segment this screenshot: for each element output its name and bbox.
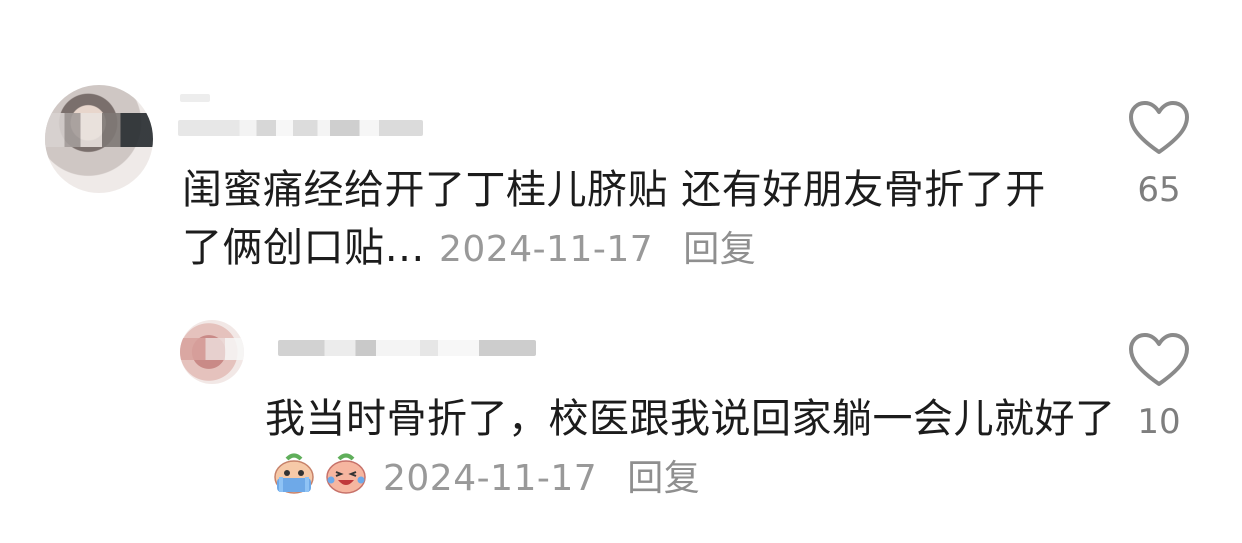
comment-text: 我当时骨折了，校医跟我说回家躺一会儿就好了 [265, 396, 1116, 442]
comment-date: 2024-11-17 [439, 229, 654, 270]
reply-button[interactable]: 回复 [683, 229, 756, 270]
like-count: 65 [1137, 170, 1181, 210]
username-blurred [180, 94, 210, 102]
like-button[interactable]: 10 [1124, 332, 1194, 442]
comment-body: 闺蜜痛经给开了丁桂儿脐贴 还有好朋友骨折了开了俩创口贴… 2024-11-17 回复 [182, 161, 1082, 279]
avatar[interactable] [180, 320, 244, 384]
comment-date: 2024-11-17 [383, 458, 598, 499]
laughing-crying-emoji [326, 453, 366, 494]
avatar[interactable] [45, 85, 153, 193]
reply-button[interactable]: 回复 [627, 458, 700, 499]
comment-thread: 闺蜜痛经给开了丁桂儿脐贴 还有好朋友骨折了开了俩创口贴… 2024-11-17 回复… [0, 0, 1242, 543]
heart-outline-icon [1129, 333, 1189, 386]
crying-emoji [274, 453, 314, 494]
like-button[interactable]: 65 [1124, 100, 1194, 210]
heart-outline-icon [1129, 101, 1189, 154]
like-count: 10 [1137, 402, 1181, 442]
comment-body: 我当时骨折了，校医跟我说回家躺一会儿就好了 2024-11-17 回复 [265, 390, 1125, 508]
username-blurred[interactable] [178, 120, 423, 136]
username-blurred[interactable] [278, 340, 536, 356]
